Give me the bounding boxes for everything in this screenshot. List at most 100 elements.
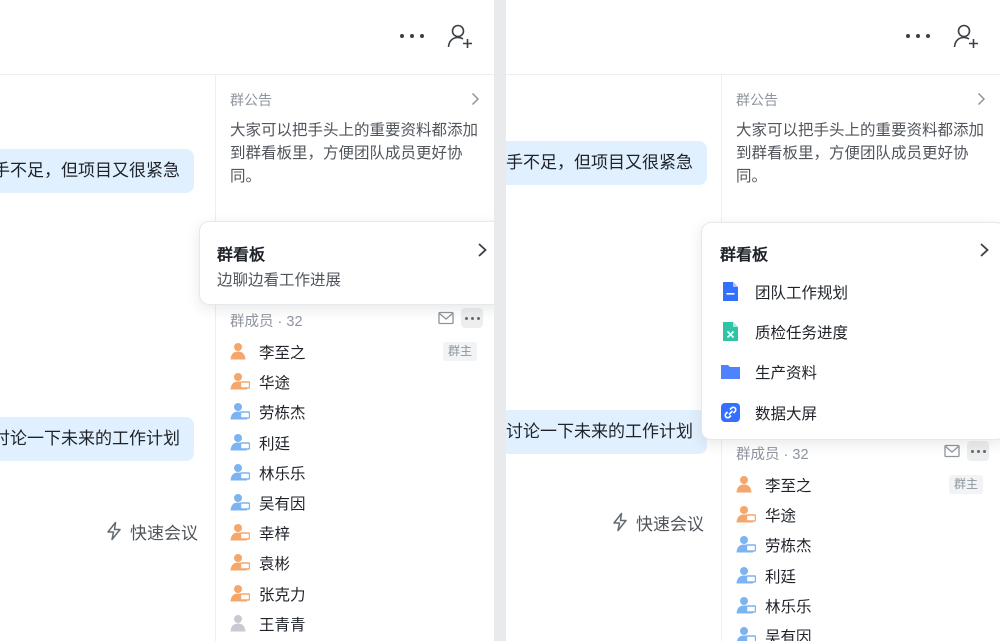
member-row[interactable]: 林乐乐 <box>736 590 1000 620</box>
chevron-right-icon[interactable] <box>470 92 480 106</box>
kanban-item-label: 团队工作规划 <box>755 285 849 302</box>
member-name: 吴有因 <box>259 496 306 513</box>
user-device-icon <box>230 433 251 451</box>
kanban-item-qc-progress[interactable]: 质检任务进度 <box>720 318 980 344</box>
panel-gutter <box>494 0 506 641</box>
member-name: 华途 <box>259 375 291 393</box>
message-bubble[interactable]: 手不足，但项目又很紧急 <box>0 149 194 193</box>
kanban-item-label: 质检任务进度 <box>755 325 849 342</box>
quick-meeting-label: 快速会议 <box>130 523 198 543</box>
kanban-item-label: 生产资料 <box>755 365 818 382</box>
chevron-right-icon[interactable] <box>476 242 488 258</box>
member-name: 利廷 <box>259 435 291 453</box>
quick-meeting-button[interactable]: 快速会议 <box>610 509 704 535</box>
message-bubble[interactable]: 讨论一下未来的工作计划 <box>506 410 707 454</box>
kanban-title[interactable]: 群看板 <box>720 241 768 265</box>
user-device-icon <box>230 402 251 420</box>
member-name: 林乐乐 <box>765 598 812 616</box>
members-count-label: 群成员 · 32 <box>230 314 303 330</box>
member-name: 劳栋杰 <box>259 405 306 423</box>
user-device-icon <box>736 596 757 614</box>
member-name: 林乐乐 <box>259 465 306 483</box>
notice-title[interactable]: 群公告 <box>230 90 272 110</box>
group-info-sidebar: 群公告 大家可以把手头上的重要资料都添加到群看板里，方便团队成员更好协同。 群成… <box>216 75 494 641</box>
kanban-subtitle: 边聊边看工作进展 <box>217 272 342 289</box>
lightning-icon <box>107 521 121 541</box>
member-row[interactable]: 劳栋杰 <box>736 529 1000 559</box>
members-header: 群成员 · 32 <box>736 441 1000 463</box>
user-device-icon <box>736 626 757 641</box>
chevron-right-icon[interactable] <box>976 92 986 106</box>
link-icon <box>721 403 740 422</box>
member-row[interactable]: 利廷 <box>230 427 494 457</box>
member-row[interactable]: 林乐乐 <box>230 457 494 487</box>
user-device-icon <box>736 475 756 493</box>
user-device-icon <box>230 493 251 511</box>
member-row[interactable]: 吴有因 <box>230 487 494 517</box>
kanban-item-production-docs[interactable]: 生产资料 <box>720 358 980 384</box>
user-device-icon <box>736 535 757 553</box>
member-name: 张克力 <box>259 586 306 604</box>
add-member-icon[interactable] <box>446 22 474 50</box>
message-bubble[interactable]: 手不足，但项目又很紧急 <box>506 141 707 185</box>
member-name: 利廷 <box>765 568 797 586</box>
kanban-item-label: 数据大屏 <box>755 406 818 423</box>
user-icon <box>230 614 250 632</box>
mail-icon[interactable] <box>944 444 960 458</box>
more-options-icon[interactable] <box>904 25 932 47</box>
member-name: 幸梓 <box>259 526 291 544</box>
member-row[interactable]: 袁彬 <box>230 547 494 577</box>
user-device-icon <box>230 553 251 571</box>
kanban-title: 群看板 <box>217 247 266 264</box>
member-name: 袁彬 <box>259 556 291 574</box>
quick-meeting-label: 快速会议 <box>636 514 704 534</box>
member-name: 劳栋杰 <box>765 538 812 556</box>
group-kanban-card[interactable]: 群看板 边聊边看工作进展 <box>199 221 494 305</box>
notice-title[interactable]: 群公告 <box>736 90 778 110</box>
member-row[interactable]: 利廷 <box>736 560 1000 590</box>
message-bubble[interactable]: 讨论一下未来的工作计划 <box>0 417 194 461</box>
quick-meeting-button[interactable]: 快速会议 <box>104 518 198 544</box>
member-row[interactable]: 李至之 群主 <box>736 469 1000 499</box>
chat-header <box>0 0 494 74</box>
member-row[interactable]: 王青青 <box>230 608 494 638</box>
chat-panel-right: 手不足，但项目又很紧急 讨论一下未来的工作计划 快速会议 群公告 大家可以把手头… <box>506 0 1000 641</box>
members-count-label: 群成员 · 32 <box>736 447 809 463</box>
member-row[interactable]: 幸梓 <box>230 517 494 547</box>
member-name: 华途 <box>765 508 797 526</box>
notice-text: 大家可以把手头上的重要资料都添加到群看板里，方便团队成员更好协同。 <box>736 122 985 185</box>
member-name: 李至之 <box>259 345 306 362</box>
user-device-icon <box>736 566 757 584</box>
kanban-item-team-plan[interactable]: 团队工作规划 <box>720 278 980 304</box>
member-row[interactable]: 华途 <box>230 366 494 396</box>
chat-header <box>506 0 1000 74</box>
user-device-icon <box>230 372 251 390</box>
user-device-icon <box>736 505 757 523</box>
more-options-icon[interactable] <box>398 25 426 47</box>
sheet-icon <box>723 322 738 341</box>
chevron-right-icon[interactable] <box>978 242 990 258</box>
members-more-icon[interactable] <box>967 441 989 461</box>
doc-icon <box>723 282 738 301</box>
member-row[interactable]: 劳栋杰 <box>230 396 494 426</box>
members-header: 群成员 · 32 <box>230 308 494 330</box>
user-device-icon <box>230 523 251 541</box>
member-row[interactable]: 张克力 <box>230 578 494 608</box>
member-row[interactable]: 吴有因 <box>736 620 1000 641</box>
folder-icon <box>721 365 740 379</box>
member-name: 王青青 <box>259 616 306 634</box>
owner-badge: 群主 <box>443 342 478 361</box>
member-name: 吴有因 <box>765 629 812 641</box>
member-row[interactable]: 李至之 群主 <box>230 336 494 366</box>
lightning-icon <box>613 512 627 532</box>
member-name: 李至之 <box>765 478 812 495</box>
kanban-item-data-dashboard[interactable]: 数据大屏 <box>720 399 980 425</box>
members-more-icon[interactable] <box>461 308 483 328</box>
user-device-icon <box>230 584 251 602</box>
user-device-icon <box>230 463 251 481</box>
add-member-icon[interactable] <box>952 22 980 50</box>
mail-icon[interactable] <box>438 311 454 325</box>
chat-panel-left: 手不足，但项目又很紧急 讨论一下未来的工作计划 快速会议 群公告 大家可以把手头… <box>0 0 494 641</box>
notice-text: 大家可以把手头上的重要资料都添加到群看板里，方便团队成员更好协同。 <box>230 122 479 185</box>
member-row[interactable]: 华途 <box>736 499 1000 529</box>
